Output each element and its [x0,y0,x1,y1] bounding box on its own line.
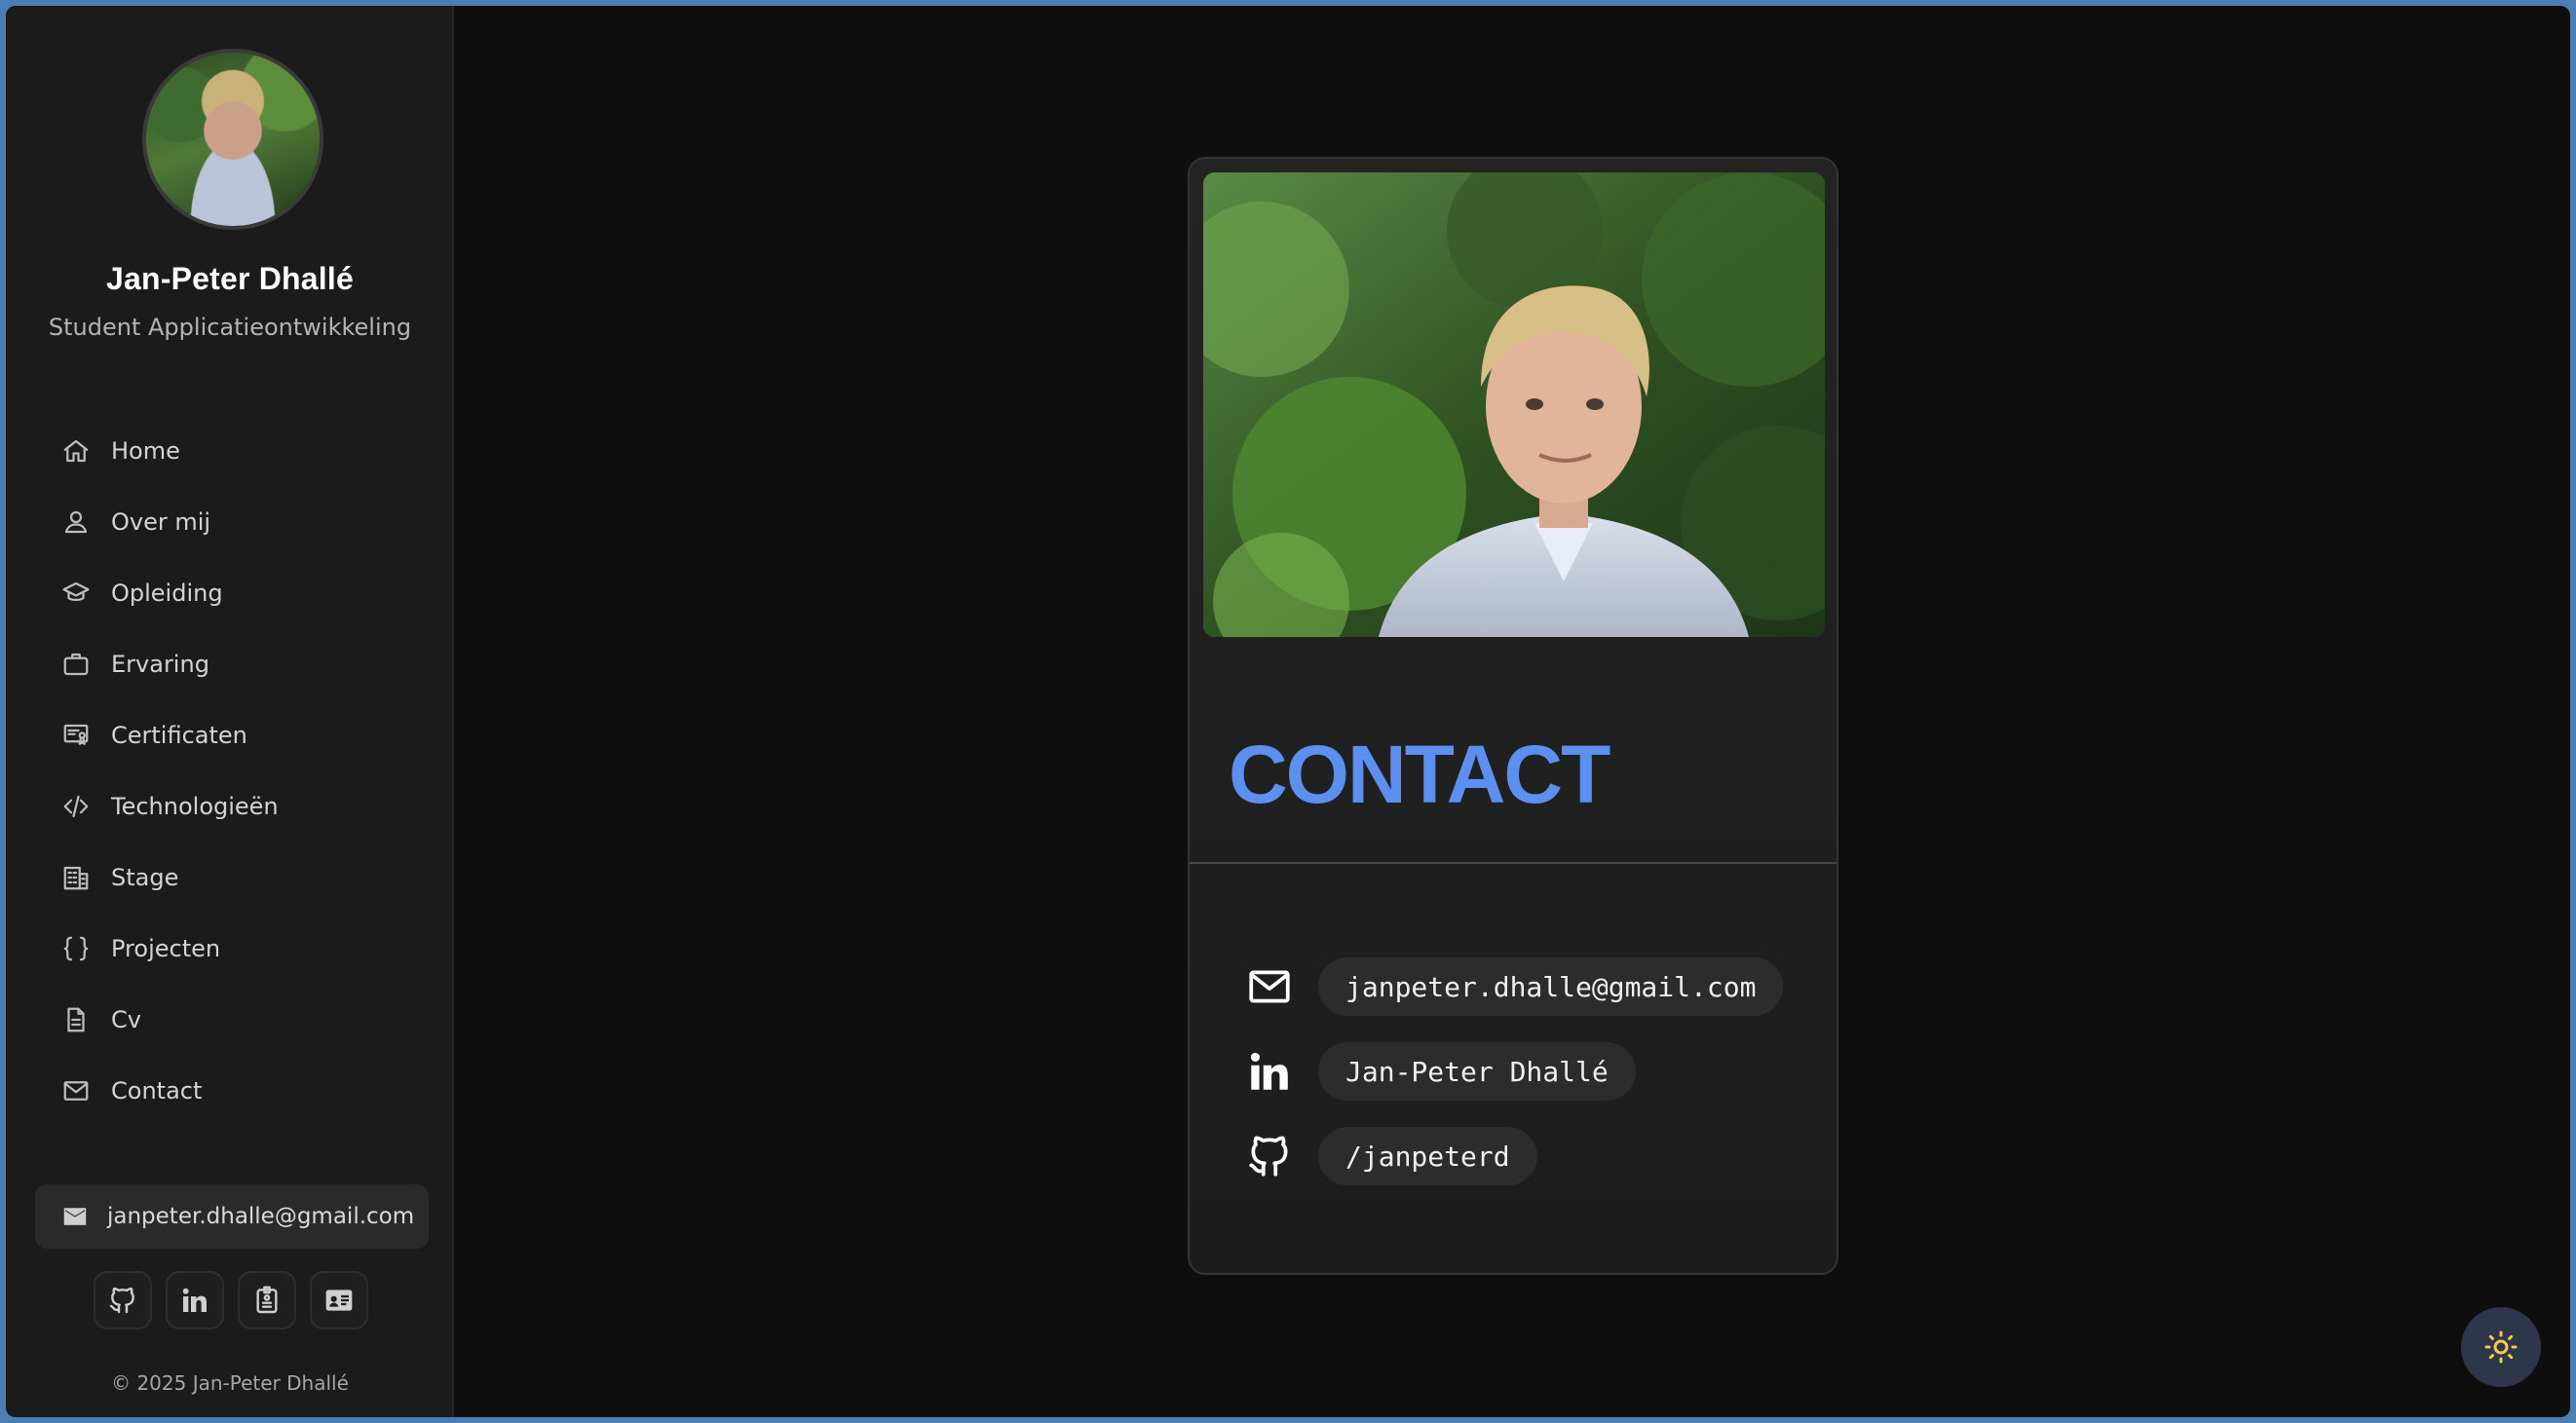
sidebar-item-contact[interactable]: Contact [41,1055,421,1126]
sidebar-item-label: Certificaten [111,721,247,749]
mail-icon [63,1208,87,1225]
profile-photo [1203,172,1825,637]
sidebar-item-label: Projecten [111,934,221,962]
github-icon [109,1287,134,1314]
social-links [94,1271,368,1329]
sidebar-item-stage[interactable]: Stage [41,842,421,913]
email-label: janpeter.dhalle@gmail.com [107,1204,415,1229]
linkedin-icon [182,1288,207,1312]
briefcase-icon [60,649,92,680]
contact-email-row: janpeter.dhalle@gmail.com [1242,957,1784,1016]
theme-toggle-button[interactable] [2461,1307,2541,1387]
sidebar-item-technologieen[interactable]: Technologieën [41,770,421,842]
avatar [142,49,323,230]
app-window: Jan-Peter Dhallé Student Applicatieontwi… [6,6,2570,1417]
sidebar-item-ervaring[interactable]: Ervaring [41,628,421,699]
sidebar-item-label: Over mij [111,507,211,536]
home-icon [60,435,92,467]
sun-icon [2484,1330,2518,1364]
contact-email-link[interactable]: janpeter.dhalle@gmail.com [1318,957,1784,1016]
sidebar-item-projecten[interactable]: Projecten [41,913,421,984]
document-icon [60,1004,92,1035]
contact-title: CONTACT [1229,729,1610,820]
mail-icon [60,1075,92,1106]
sidebar-nav: Home Over mij Opleiding Ervaring Certifi… [41,415,421,1126]
braces-icon [60,933,92,964]
contact-card: CONTACT janpeter.dhalle@gmail.com Jan-Pe… [1188,157,1838,1275]
graduation-cap-icon [60,578,92,609]
sidebar-item-opleiding[interactable]: Opleiding [41,557,421,628]
sidebar-item-label: Technologieën [111,792,279,820]
profile-name: Jan-Peter Dhallé [106,261,354,296]
github-icon [1242,1129,1297,1183]
sidebar-item-over-mij[interactable]: Over mij [41,486,421,557]
divider [1190,862,1837,864]
sidebar-item-home[interactable]: Home [41,415,421,486]
sidebar-item-label: Contact [111,1076,203,1105]
sidebar-item-cv[interactable]: Cv [41,984,421,1055]
badge-button[interactable] [238,1271,296,1329]
contact-github-row: /janpeterd [1242,1127,1537,1185]
code-icon [60,791,92,822]
profile-role: Student Applicatieontwikkeling [48,314,412,341]
copyright: © 2025 Jan-Peter Dhallé [111,1371,349,1395]
sidebar-item-label: Stage [111,863,179,891]
contact-github-link[interactable]: /janpeterd [1318,1127,1537,1185]
building-icon [60,862,92,893]
sidebar-item-certificaten[interactable]: Certificaten [41,699,421,770]
id-card-button[interactable] [310,1271,368,1329]
user-icon [60,506,92,538]
github-button[interactable] [94,1271,152,1329]
contact-linkedin-row: Jan-Peter Dhallé [1242,1042,1636,1101]
sidebar: Jan-Peter Dhallé Student Applicatieontwi… [6,6,454,1417]
badge-icon [256,1286,278,1314]
certificate-icon [60,720,92,751]
sidebar-item-label: Home [111,436,180,465]
sidebar-item-label: Ervaring [111,650,209,678]
id-card-icon [325,1290,353,1311]
sidebar-item-label: Opleiding [111,579,223,607]
email-button[interactable]: janpeter.dhalle@gmail.com [35,1184,429,1249]
sidebar-item-label: Cv [111,1005,141,1033]
contact-linkedin-link[interactable]: Jan-Peter Dhallé [1318,1042,1636,1101]
linkedin-icon [1242,1044,1297,1099]
mail-icon [1242,959,1297,1014]
linkedin-button[interactable] [166,1271,224,1329]
